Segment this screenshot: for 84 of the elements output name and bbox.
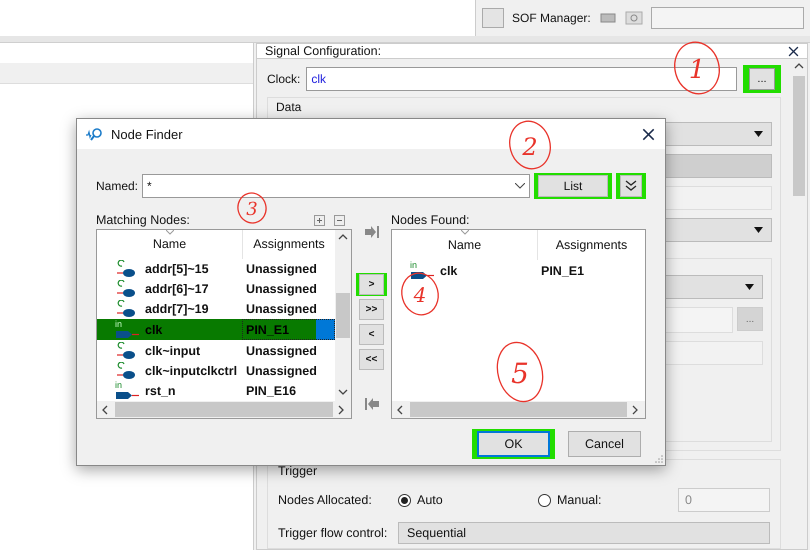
nodes-found-label: Nodes Found: [391,213,470,227]
dialog-button[interactable]: OK [477,431,550,457]
node-name: clk~inputclkctrl [145,364,238,378]
hand-drawn-circle [496,342,544,402]
handwritten-number: 3 [246,199,258,220]
node-row[interactable]: clk~inputclkctrl Unassigned [97,360,335,381]
input-pin-icon [115,391,141,400]
dropdown-arrow-icon[interactable] [754,131,763,137]
handwritten-number: 2 [522,133,538,161]
node-row[interactable]: in clk PIN_E1 [392,260,645,281]
toolbar-label: SOF Manager: [512,11,591,25]
close-icon[interactable] [642,128,655,140]
clock-label: Clock: [267,72,300,86]
handwritten-number: 5 [511,357,529,390]
assignment-cell-text: Unassigned [245,282,318,296]
dropdown-arrow-icon[interactable] [745,284,754,290]
node-row[interactable]: in rst_n PIN_E16 [97,380,335,401]
column-header[interactable]: Name [97,230,242,259]
scrollbar-thumb[interactable] [793,76,805,196]
chip-icon[interactable] [598,11,617,25]
assignment-cell-text: Unassigned [245,364,318,378]
node-name: addr[5]~15 [145,262,209,276]
hand-drawn-circle [401,272,439,316]
flow-control-dropdown[interactable]: Sequential [398,522,770,544]
node-name: addr[6]~17 [145,282,209,296]
assignment-cell-text: PIN_E16 [245,384,298,398]
dropdown-arrow-icon[interactable] [754,227,763,233]
close-icon[interactable] [788,46,799,56]
node-name: clk [145,322,162,337]
list-button[interactable]: List [538,175,608,197]
chevron-down-icon[interactable] [515,183,525,189]
pin-label: in [115,320,122,330]
assignment-cell-text: Unassigned [245,302,318,316]
browse-button[interactable]: ... [737,307,763,331]
column-header[interactable]: Name [392,230,537,260]
hand-drawn-circle [237,192,267,224]
assignment-cell-text: PIN_E1 [540,264,586,278]
collapse-all-icon[interactable] [334,215,348,227]
assignment-cell-text: Unassigned [245,344,318,358]
input-pin-icon [115,330,141,340]
node-name: clk~input [145,344,200,358]
dialog-title: Node Finder [111,126,184,142]
move-button[interactable]: > [359,274,384,295]
double-chevron-icon[interactable] [625,180,637,192]
group-label: Trigger [278,464,318,478]
flow-control-label: Trigger flow control: [278,526,388,540]
nodes-allocated-label: Nodes Allocated: [278,493,373,507]
group-label: Data [276,100,302,114]
node-row[interactable]: addr[6]~17 Unassigned [97,279,335,300]
resize-grip-icon[interactable] [655,455,663,463]
node-name: clk [440,264,458,278]
named-label: Named: [96,179,138,193]
pin-label: in [115,381,122,390]
node-name: addr[7]~19 [145,302,209,316]
browse-button[interactable]: ... [749,68,775,90]
scrollbar-thumb[interactable] [336,293,350,338]
assignment-cell: PIN_E1 [242,319,335,340]
move-left-icon[interactable] [364,397,380,411]
expand-all-icon[interactable] [314,215,328,227]
pin-label: in [410,261,418,270]
scrollbar-thumb[interactable] [410,402,627,417]
assignment-cell-text: Unassigned [245,262,318,276]
matching-nodes-label: Matching Nodes: [96,213,190,227]
move-button[interactable]: < [359,324,384,345]
named-field[interactable]: * [142,174,530,198]
move-button[interactable]: << [359,349,384,370]
dialog-button[interactable]: Cancel [568,431,641,457]
move-button[interactable]: >> [359,299,384,320]
hand-drawn-circle [674,42,720,94]
column-header[interactable]: Assignments [537,230,645,260]
node-row[interactable]: addr[5]~15 Unassigned [97,258,335,280]
node-name: rst_n [145,384,176,398]
scrollbar-thumb[interactable] [115,402,333,417]
input-pin-icon [410,271,436,280]
node-row[interactable]: clk~input Unassigned [97,340,335,361]
handwritten-number: 4 [414,283,426,307]
node-row[interactable]: in clk PIN_E1 [97,319,335,340]
move-right-icon[interactable] [364,225,380,239]
node-row[interactable]: addr[7]~19 Unassigned [97,299,335,320]
hand-drawn-circle [509,120,551,170]
hardware-field[interactable] [650,7,804,29]
double-chevron-button[interactable] [620,175,642,197]
panel-title: Signal Configuration: [265,44,382,58]
ring-icon[interactable] [624,11,643,25]
